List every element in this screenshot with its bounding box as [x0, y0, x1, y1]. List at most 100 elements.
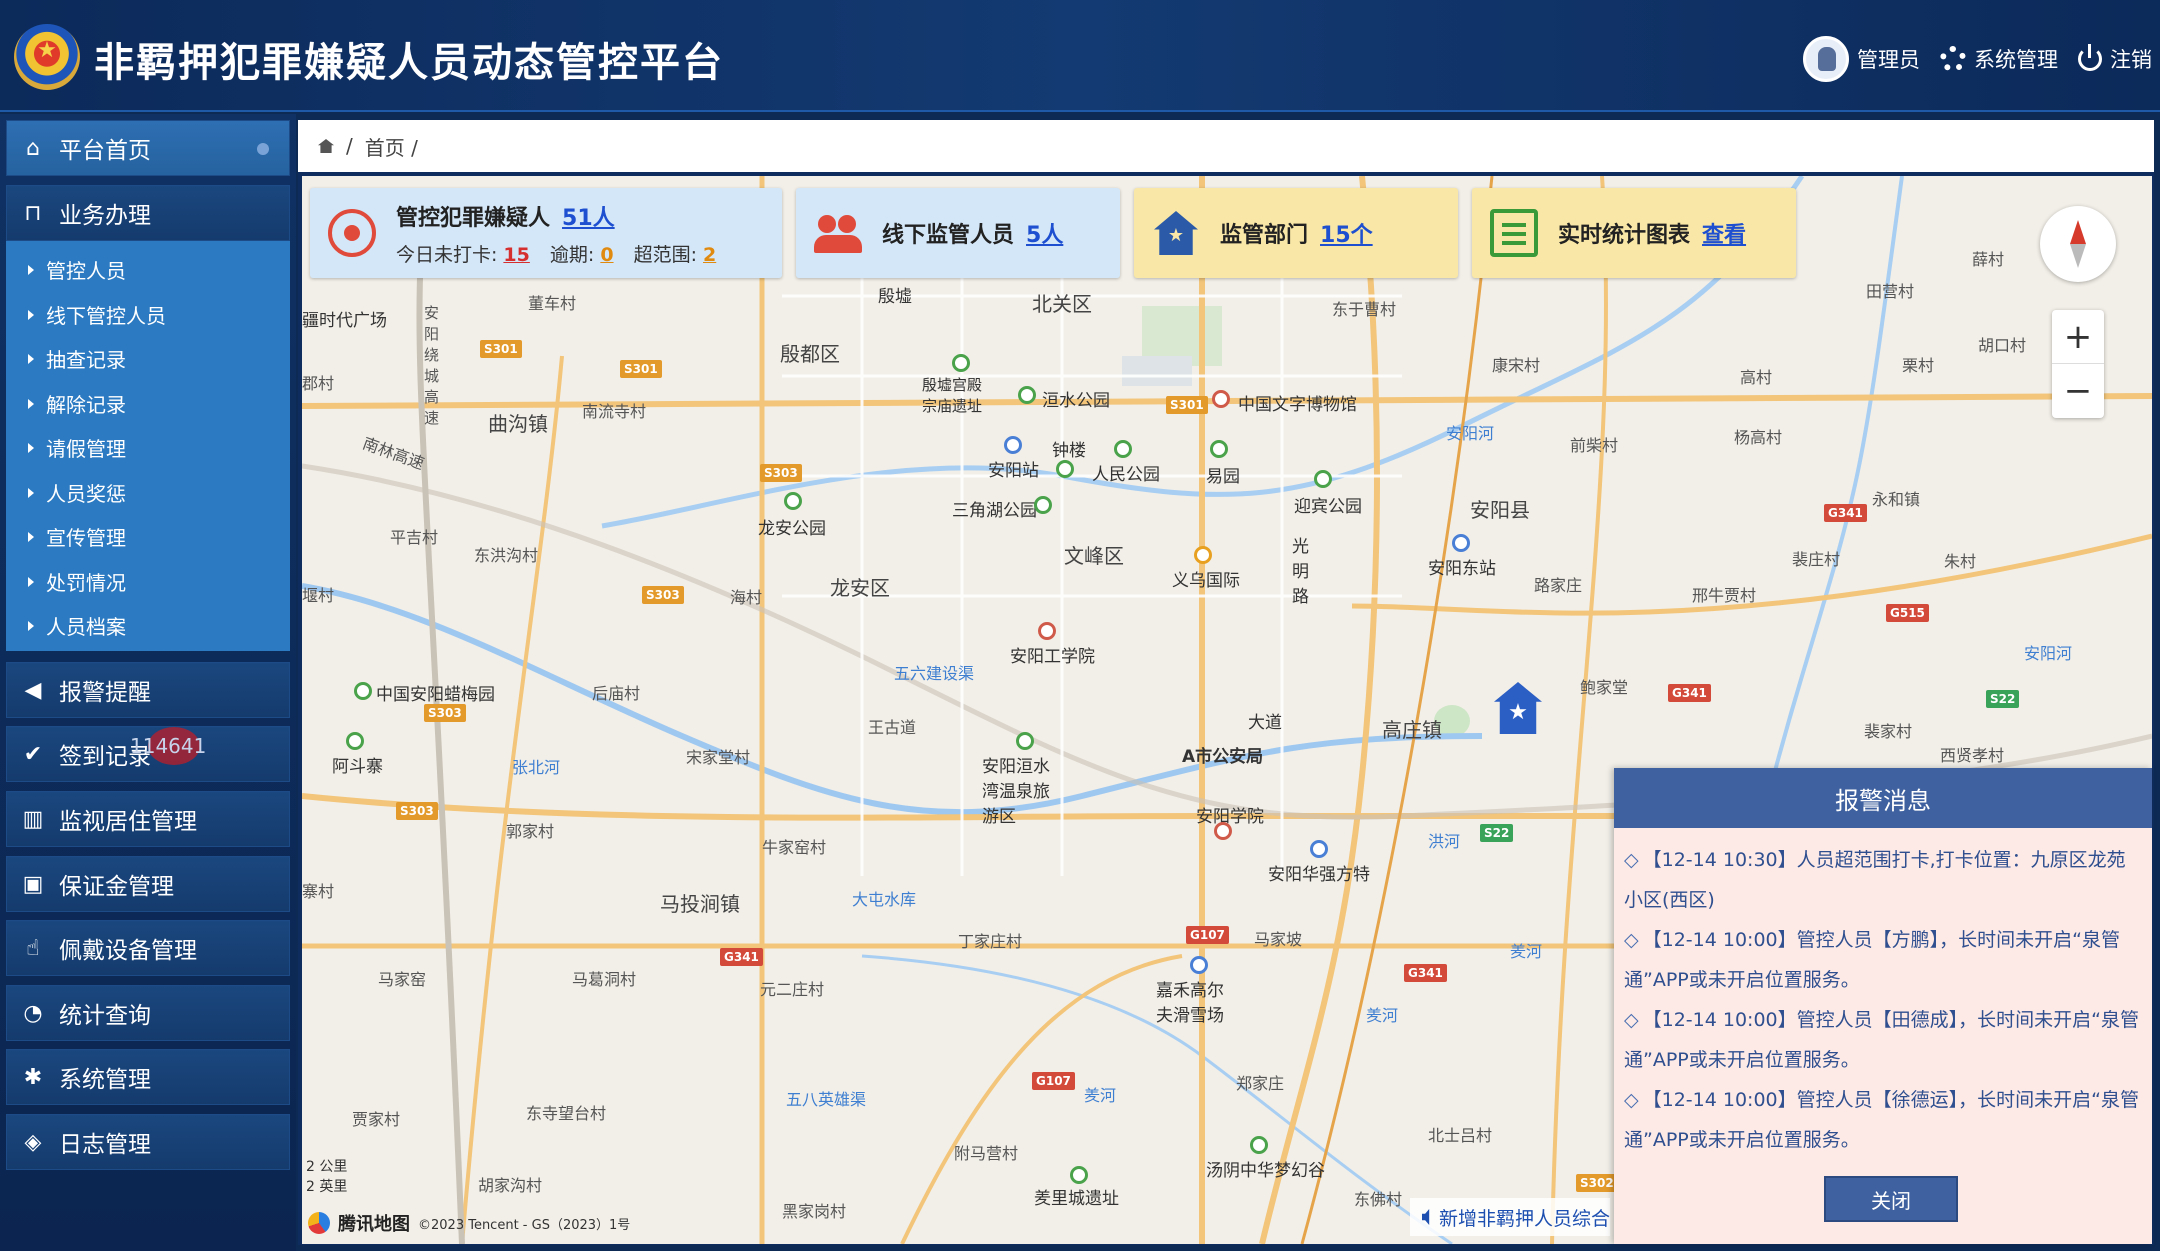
sidebar-item-label: 系统管理 [59, 1067, 151, 1093]
park-poi[interactable] [346, 732, 364, 750]
zoom-in-button[interactable]: + [2052, 310, 2104, 364]
map-label: 栗村 [1902, 356, 1935, 375]
overdue-label: 逾期: [549, 243, 595, 266]
submenu-item-archive[interactable]: 人员档案 [28, 611, 126, 640]
submenu-item-spotcheck[interactable]: 抽查记录 [28, 344, 126, 373]
bookmark-icon: ⊓ [24, 200, 42, 226]
home-icon[interactable] [318, 139, 334, 153]
active-dot [257, 143, 269, 155]
alarm-item[interactable]: ◇ 【12-14 10:30】人员超范围打卡,打卡位置：九原区龙苑小区(西区) [1624, 840, 2142, 920]
caret-right-icon [28, 531, 34, 542]
sidebar-item-residence[interactable]: ▥ 监视居住管理 [6, 791, 290, 847]
alarm-item[interactable]: ◇ 【12-14 10:00】管控人员【方鹏】，长时间未开启“泉管通”APP或未开… [1624, 920, 2142, 1000]
sidebar-item-home[interactable]: ⌂ 平台首页 [6, 120, 290, 176]
park-poi[interactable] [1018, 386, 1036, 404]
school-poi[interactable] [1214, 822, 1232, 840]
map-label: 张北河 [512, 758, 561, 777]
zoom-out-button[interactable]: − [2052, 364, 2104, 418]
stats-view-link[interactable]: 查看 [1702, 217, 1746, 249]
alarm-text: 【12-14 10:00】管控人员【田德成】，长时间未开启“泉管通”APP或未开… [1624, 1009, 2139, 1071]
submenu-item-offline[interactable]: 线下管控人员 [28, 300, 166, 329]
park-poi[interactable] [1250, 1136, 1268, 1154]
park-poi[interactable] [1034, 496, 1052, 514]
sidebar-item-system[interactable]: ✱ 系统管理 [6, 1049, 290, 1105]
park-poi[interactable] [1114, 440, 1132, 458]
park-poi[interactable] [784, 492, 802, 510]
park-poi[interactable] [952, 354, 970, 372]
submenu-item-controlled[interactable]: 管控人员 [28, 255, 126, 284]
suspects-count-link[interactable]: 51人 [562, 206, 615, 231]
alarm-title: 报警消息 [1614, 768, 2152, 828]
sidebar-item-label: 平台首页 [59, 138, 151, 164]
museum-poi[interactable] [1212, 390, 1230, 408]
map-label: 安阳河 [2024, 644, 2073, 663]
submenu-item-rewards[interactable]: 人员奖惩 [28, 478, 126, 507]
header-actions: 管理员 系统管理 注销 [1803, 36, 2152, 82]
police-station-marker[interactable] [1490, 682, 1546, 738]
road-badge: G341 [1404, 964, 1447, 982]
submenu-item-penalty[interactable]: 处罚情况 [28, 567, 126, 596]
map-label: 北关区 [1032, 292, 1092, 316]
park-poi[interactable] [1210, 440, 1228, 458]
school-poi[interactable] [1038, 622, 1056, 640]
map-label: 疆时代广场 [302, 311, 387, 331]
breadcrumb-current[interactable]: 首页 / [365, 132, 418, 161]
ski-poi[interactable] [1190, 956, 1208, 974]
card-title: 监管部门 [1220, 223, 1309, 248]
sidebar-item-label: 业务办理 [59, 203, 151, 229]
outrange-count-link[interactable]: 2 [703, 244, 716, 266]
sidebar-item-alarm[interactable]: ◀ 报警提醒 [6, 662, 290, 718]
submenu-label: 人员档案 [46, 615, 126, 639]
breadcrumb: / 首页 / [298, 120, 2154, 172]
card-dept[interactable]: 监管部门 15个 [1134, 188, 1458, 278]
park-poi[interactable] [1056, 460, 1074, 478]
sidebar-item-deposit[interactable]: ▣ 保证金管理 [6, 856, 290, 912]
map-label: 高村 [1740, 368, 1773, 387]
park-poi[interactable] [1314, 470, 1332, 488]
road-badge: G341 [1668, 684, 1711, 702]
map-label: A市公安局 [1182, 747, 1264, 767]
alarm-close-button[interactable]: 关闭 [1824, 1176, 1958, 1222]
map-label: 洹水公园 [1042, 391, 1110, 411]
station-poi[interactable] [1452, 534, 1470, 552]
park-poi[interactable] [1070, 1166, 1088, 1184]
unchecked-count-link[interactable]: 15 [503, 244, 529, 266]
submenu-item-release[interactable]: 解除记录 [28, 389, 126, 418]
submenu-item-leave[interactable]: 请假管理 [28, 433, 126, 462]
offline-count-link[interactable]: 5人 [1026, 217, 1063, 249]
map-label: 裴庄村 [1792, 550, 1841, 569]
map-label: 钟楼 [1052, 441, 1086, 461]
compass-control[interactable] [2040, 206, 2116, 282]
map-label: 安阳河 [1446, 424, 1495, 443]
submenu-item-publicity[interactable]: 宣传管理 [28, 522, 126, 551]
park-poi[interactable] [1016, 732, 1034, 750]
check-icon: ✔ [23, 741, 43, 767]
sidebar-item-log[interactable]: ◈ 日志管理 [6, 1114, 290, 1170]
road-badge: S303 [760, 464, 802, 482]
map-label: 田营村 [1866, 282, 1915, 301]
card-stats[interactable]: 实时统计图表 查看 [1472, 188, 1796, 278]
settings-button[interactable]: 系统管理 [1940, 44, 2058, 74]
sidebar-item-device[interactable]: ☝ 佩戴设备管理 [6, 920, 290, 976]
station-poi[interactable] [1004, 436, 1022, 454]
sidebar-item-stats[interactable]: ◔ 统计查询 [6, 985, 290, 1041]
alarm-item[interactable]: ◇ 【12-14 10:00】管控人员【田德成】，长时间未开启“泉管通”APP或未… [1624, 1000, 2142, 1080]
notice-ticker[interactable]: 新增非羁押人员综合 [1410, 1198, 1610, 1236]
mall-poi[interactable] [1194, 546, 1212, 564]
map-label: 东佛村 [1354, 1190, 1403, 1209]
alarm-item[interactable]: ◇ 【12-14 10:00】管控人员【徐德运】，长时间未开启“泉管通”APP或未… [1624, 1080, 2142, 1160]
card-suspects[interactable]: 管控犯罪嫌疑人 51人 今日未打卡: 15 逾期: 0 超范围: 2 [310, 188, 782, 278]
map-label: 殷都区 [780, 342, 840, 366]
park-poi[interactable] [354, 682, 372, 700]
overdue-count-link[interactable]: 0 [600, 244, 613, 266]
sidebar-item-business[interactable]: ⊓ 业务办理 [6, 185, 290, 241]
card-offline[interactable]: 线下监管人员 5人 [796, 188, 1120, 278]
map-label: 五八英雄渠 [786, 1090, 867, 1109]
map-label: 大屯水库 [852, 890, 917, 909]
theme-park-poi[interactable] [1310, 840, 1328, 858]
user-menu[interactable]: 管理员 [1803, 36, 1920, 82]
card-title: 管控犯罪嫌疑人 [396, 205, 551, 231]
logout-button[interactable]: 注销 [2078, 44, 2152, 74]
dept-count-link[interactable]: 15个 [1320, 217, 1373, 249]
avatar [1803, 36, 1849, 82]
